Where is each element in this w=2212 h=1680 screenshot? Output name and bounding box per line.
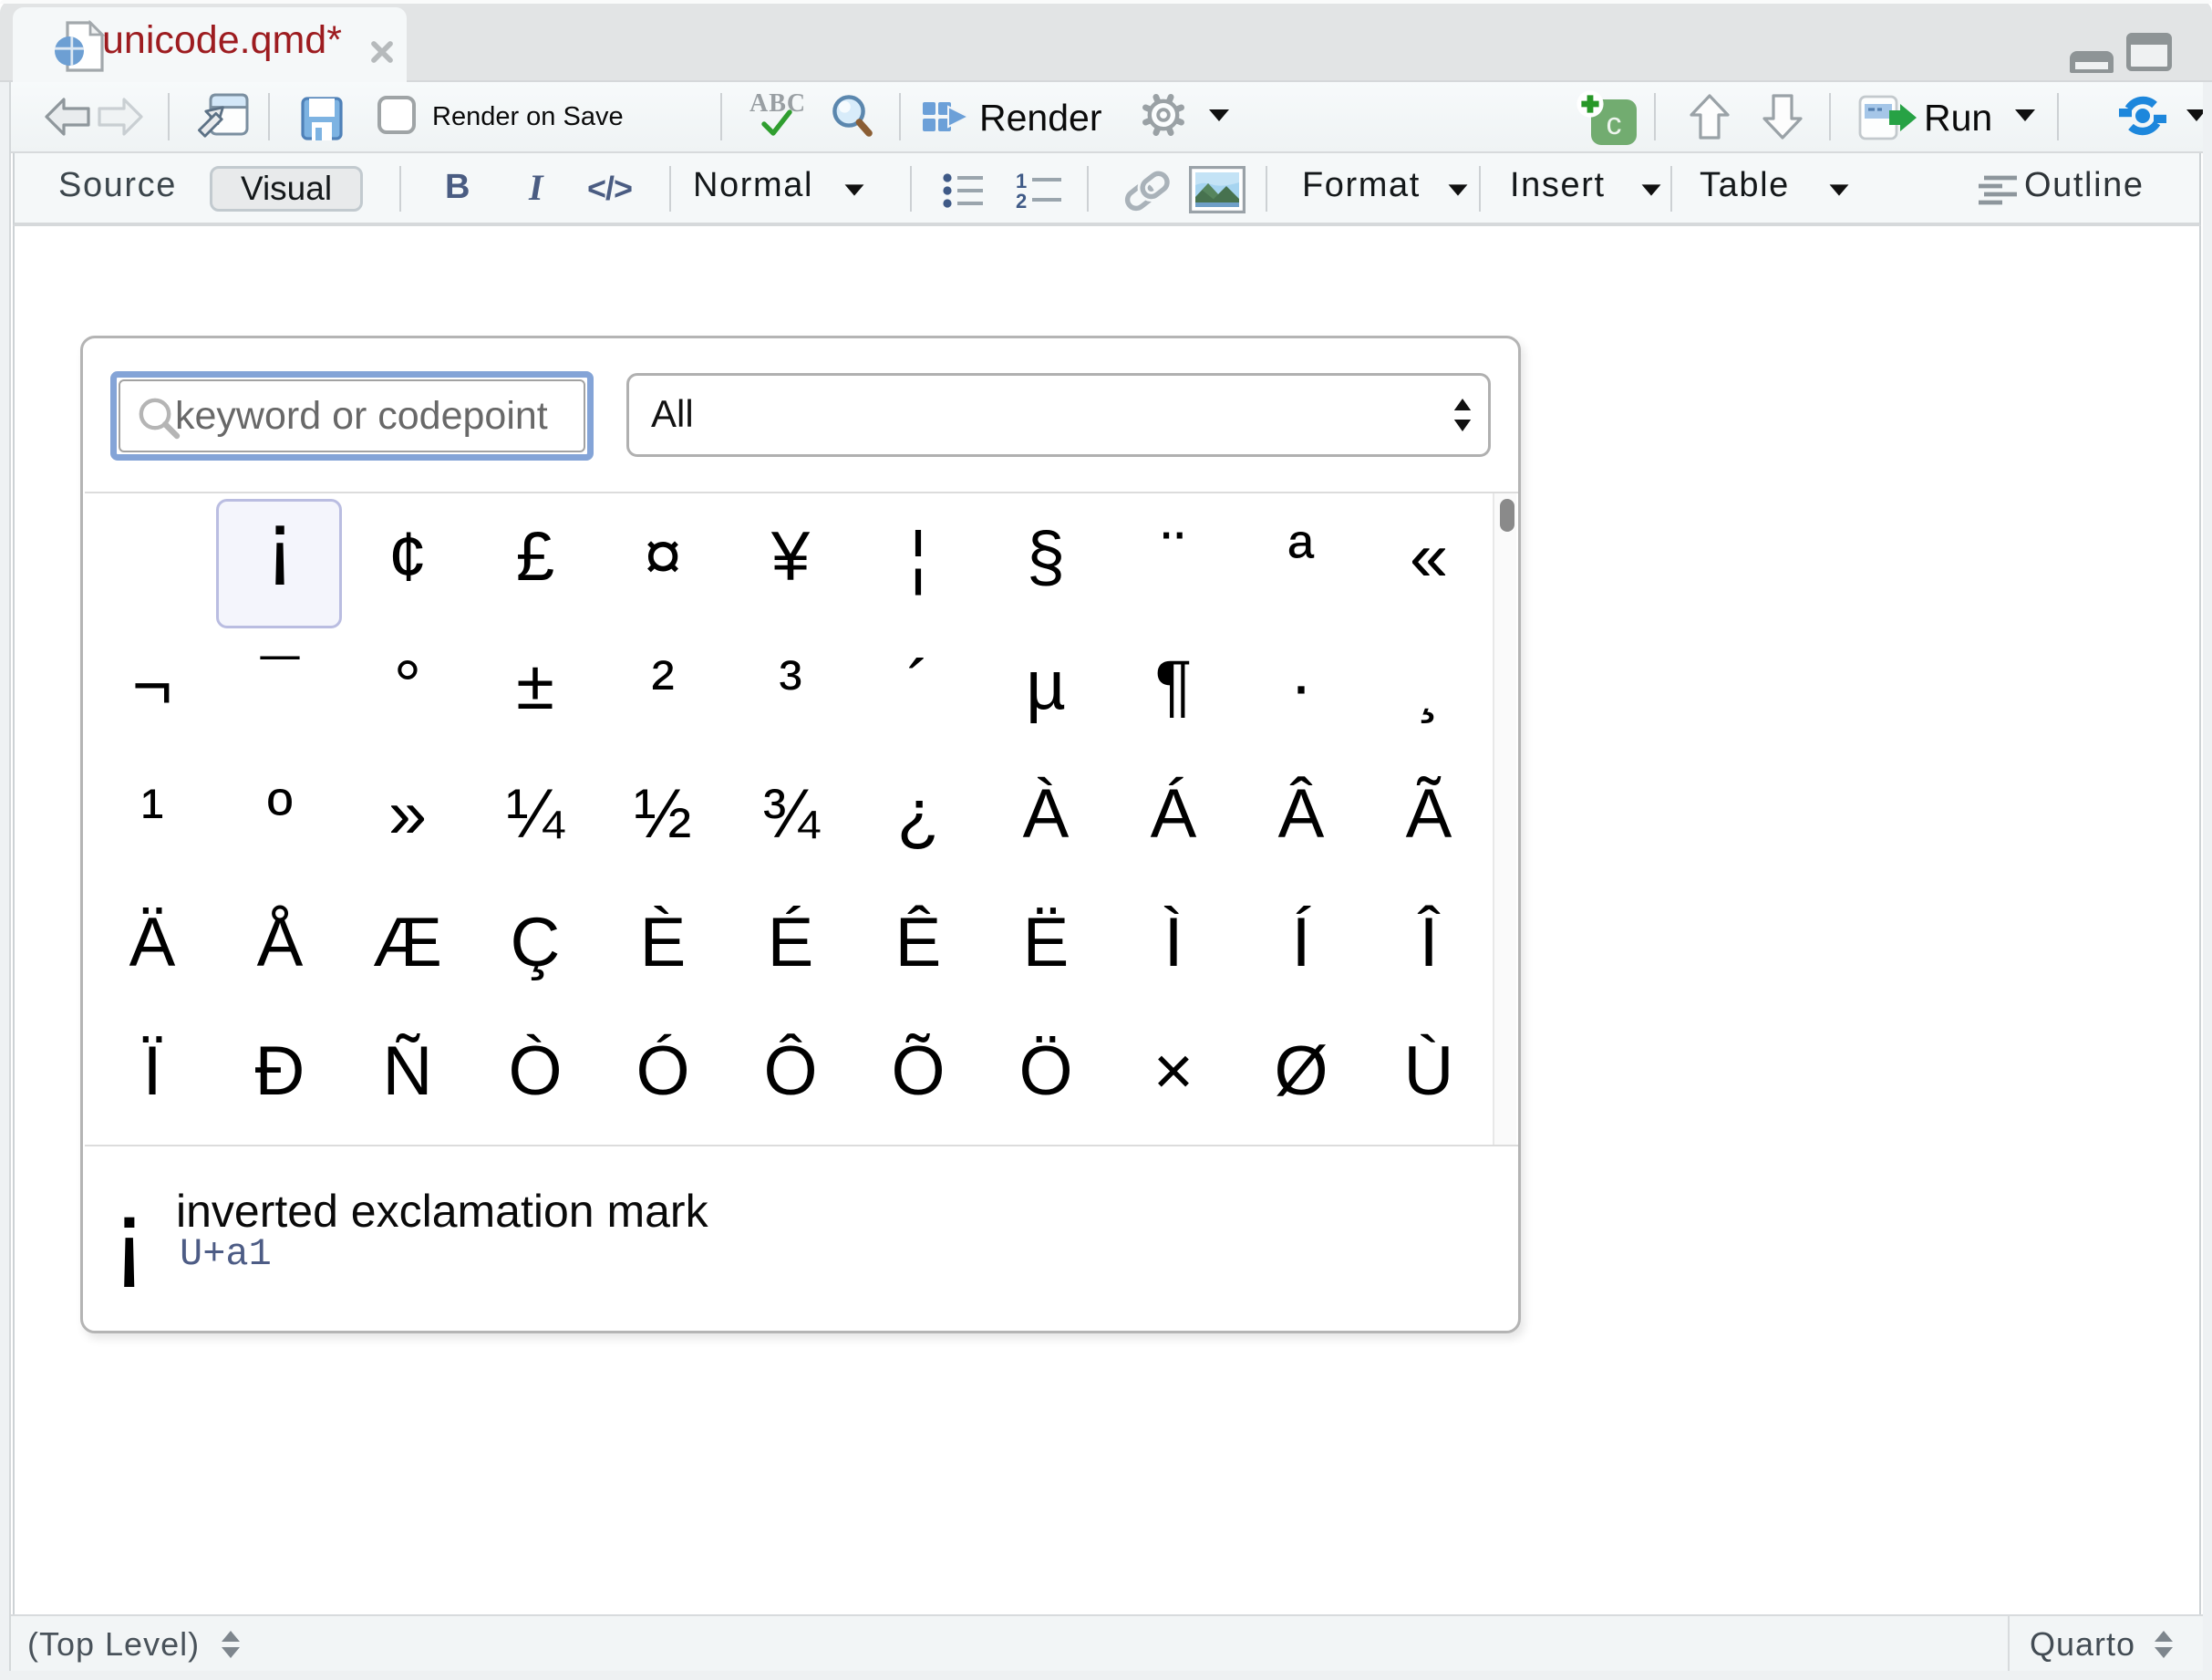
svg-text:c: c bbox=[1607, 107, 1622, 141]
svg-text:2: 2 bbox=[1016, 190, 1027, 210]
